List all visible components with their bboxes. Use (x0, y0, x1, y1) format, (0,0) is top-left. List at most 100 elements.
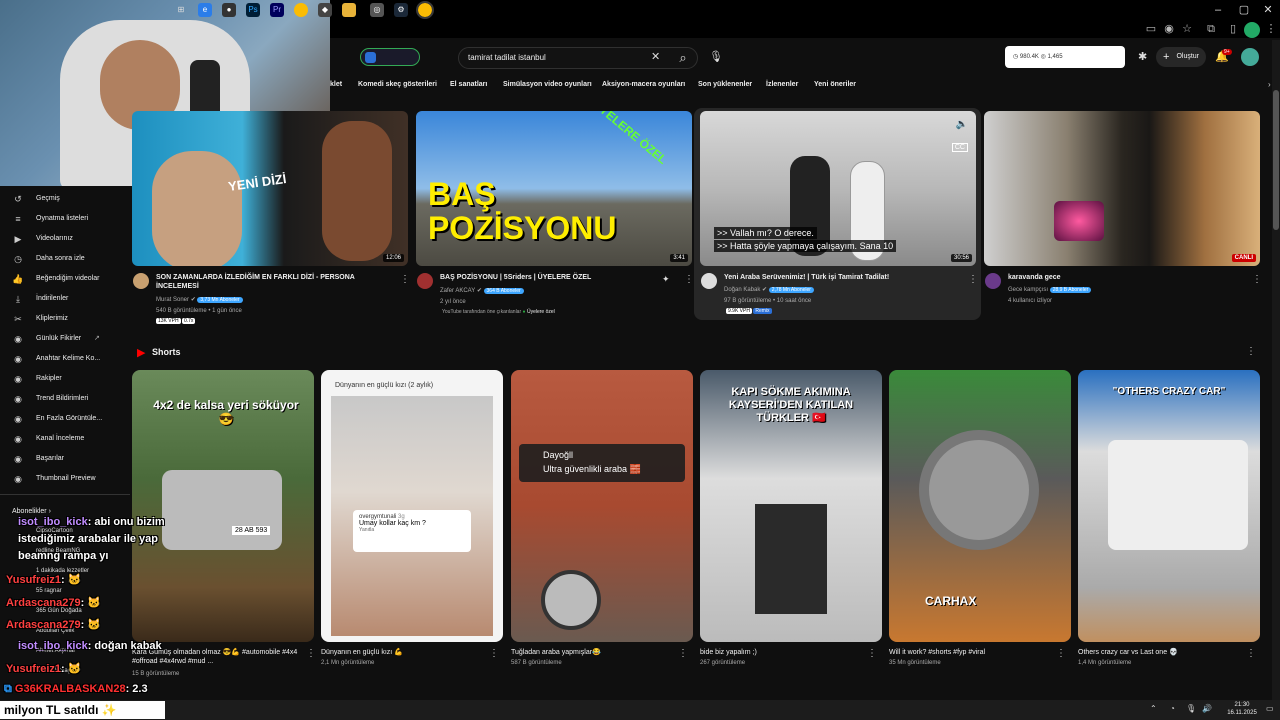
more-options-icon[interactable]: ⋮ (684, 274, 694, 285)
short-title[interactable]: Others crazy car vs Last one 💀 (1078, 648, 1258, 657)
subscription-item[interactable]: 55 ragnar (36, 588, 62, 594)
split-view-icon[interactable]: ▯ (1226, 22, 1240, 36)
extension-pill[interactable] (360, 48, 420, 66)
chrome-icon[interactable] (294, 3, 308, 17)
video-title[interactable]: SON ZAMANLARDA İZLEDİĞİM EN FARKLI DİZİ … (156, 273, 396, 291)
maximize-icon[interactable]: ▢ (1232, 2, 1256, 18)
mute-icon[interactable]: 🔈 (956, 119, 968, 130)
chip[interactable]: Yeni öneriler (814, 78, 856, 92)
video-title[interactable]: Yeni Araba Serüvenimiz! | Türk işi Tamir… (724, 273, 954, 282)
create-button[interactable]: + Oluştur (1156, 47, 1206, 67)
more-options-icon[interactable]: ⋮ (1056, 648, 1066, 659)
profile-avatar[interactable] (1244, 22, 1260, 38)
video-thumbnail[interactable]: >> Vallah mı? O derece. >> Hatta şöyle y… (700, 111, 976, 266)
chip[interactable]: İzlenenler (766, 78, 798, 92)
sidebar-item-your-videos[interactable]: ▶ Videolarınız (0, 229, 130, 249)
more-options-icon[interactable]: ⋮ (306, 648, 316, 659)
notification-center-icon[interactable]: ▭ (1266, 704, 1274, 713)
eye-off-icon[interactable]: ◉ (1162, 22, 1176, 36)
short-title[interactable]: Will it work? #shorts #fyp #viral (889, 648, 1069, 657)
sidebar-item-history[interactable]: ↺ Geçmiş (0, 189, 130, 209)
more-options-icon[interactable]: ⋮ (867, 648, 877, 659)
more-options-icon[interactable]: ⋮ (678, 648, 688, 659)
more-options-icon[interactable]: ⋮ (1252, 274, 1262, 285)
sidebar-item-clips[interactable]: ✂ Kliplerimiz (0, 309, 130, 329)
video-thumbnail[interactable]: YENİ DİZİ 12:06 (132, 111, 408, 266)
minimize-icon[interactable]: – (1206, 2, 1230, 18)
more-options-icon[interactable]: ⋮ (1246, 346, 1256, 357)
sidebar-item-ext[interactable]: ◉ Kanal İnceleme (0, 429, 130, 449)
folder-icon[interactable] (342, 3, 356, 17)
microphone-icon[interactable]: 🎙 (709, 50, 723, 63)
clear-search-icon[interactable]: ✕ (651, 50, 660, 63)
sparkle-icon[interactable]: ✦ (662, 274, 670, 285)
sidebar-item-ext[interactable]: ◉ Trend Bildirimleri (0, 389, 130, 409)
volume-icon[interactable]: 🔊 (1202, 704, 1212, 713)
short-thumbnail[interactable]: Dayoğll Ultra güvenlikli araba 🧱 (511, 370, 693, 642)
short-thumbnail[interactable]: KAPI SÖKME AKIMINA KAYSERİ'DEN KATILAN T… (700, 370, 882, 642)
sidebar-item-ext[interactable]: ◉ Başarılar (0, 449, 130, 469)
sidebar-item-ext[interactable]: ◉ Günlük Fikirler ↗ (0, 329, 130, 349)
chrome-active-icon[interactable] (416, 1, 434, 19)
app-icon[interactable]: ◆ (318, 3, 332, 17)
more-options-icon[interactable]: ⋮ (400, 274, 410, 285)
channel-avatar[interactable] (133, 273, 149, 289)
short-thumbnail[interactable]: 28 AB 593 4x2 de kalsa yeri söküyor 😎 (132, 370, 314, 642)
short-title[interactable]: bide biz yapalım ;) (700, 648, 880, 657)
video-thumbnail[interactable]: CANLI (984, 111, 1260, 266)
task-view-icon[interactable]: ⊞ (174, 3, 188, 17)
channel-name[interactable]: Gece kampçısı (1008, 287, 1048, 293)
channel-name[interactable]: Zafer AKCAY (440, 288, 475, 294)
chip[interactable]: Simülasyon video oyunları (503, 78, 592, 92)
chip[interactable]: El sanatları (450, 78, 487, 92)
close-window-icon[interactable]: ✕ (1256, 2, 1280, 18)
sidebar-item-liked[interactable]: 👍 Beğendiğim videolar (0, 269, 130, 289)
stats-widget[interactable]: ◷ 980.4K ◎ 1,465 (1005, 46, 1125, 68)
channel-avatar[interactable] (417, 273, 433, 289)
account-avatar[interactable] (1241, 48, 1259, 66)
menu-kebab-icon[interactable]: ⋮ (1264, 22, 1278, 36)
sidebar-item-downloads[interactable]: ⤓ İndirilenler (0, 289, 130, 309)
scrollbar-thumb[interactable] (1273, 90, 1279, 230)
video-thumbnail[interactable]: BAŞ POZİSYONU ÜYELERE ÖZEL 3:41 (416, 111, 692, 266)
chip[interactable]: klet (330, 78, 342, 92)
channel-name[interactable]: Doğan Kabak (724, 287, 760, 293)
more-options-icon[interactable]: ⋮ (1246, 648, 1256, 659)
sidebar-item-ext[interactable]: ◉ En Fazla Görüntüle... (0, 409, 130, 429)
obs-icon[interactable]: ◎ (370, 3, 384, 17)
mic-tray-icon[interactable]: 🎙 (1186, 704, 1196, 713)
sidebar-item-ext[interactable]: ◉ Thumbnail Preview (0, 469, 130, 489)
video-title[interactable]: karavanda gece (1008, 273, 1228, 282)
channel-name[interactable]: Murat Soner (156, 297, 189, 303)
short-thumbnail[interactable]: CARHAX (889, 370, 1071, 642)
more-options-icon[interactable]: ⋮ (489, 648, 499, 659)
cc-icon[interactable]: CC (951, 143, 968, 152)
cast-icon[interactable]: ▭ (1144, 22, 1158, 36)
short-title[interactable]: Dünyanın en güçlü kızı 💪 (321, 648, 501, 657)
wifi-icon[interactable]: ◔ (1170, 704, 1175, 713)
sidebar-item-playlists[interactable]: ≡ Oynatma listeleri (0, 209, 130, 229)
video-title[interactable]: BAŞ POZİSYONU | 5Sriders | ÜYELERE ÖZEL (440, 273, 660, 282)
sidebar-item-watch-later[interactable]: ◷ Daha sonra izle (0, 249, 130, 269)
short-title[interactable]: Tuğladan araba yapmışlar😂 (511, 648, 691, 657)
short-thumbnail[interactable]: Dünyanın en güçlü kızı (2 aylık) overgym… (321, 370, 503, 642)
photoshop-icon[interactable]: Ps (246, 3, 260, 17)
chip[interactable]: Komedi skeç gösterileri (358, 78, 437, 92)
gear-icon[interactable]: ✱ (1138, 50, 1147, 63)
channel-avatar[interactable] (701, 273, 717, 289)
more-options-icon[interactable]: ⋮ (968, 274, 978, 285)
clock[interactable]: 21:30 16.11.2025 (1222, 701, 1262, 717)
app-icon[interactable]: ● (222, 3, 236, 17)
bookmark-star-icon[interactable]: ☆ (1180, 22, 1194, 36)
edge-icon[interactable]: e (198, 3, 212, 17)
sidebar-item-ext[interactable]: ◉ Rakipler (0, 369, 130, 389)
premiere-icon[interactable]: Pr (270, 3, 284, 17)
tray-chevron-icon[interactable]: ⌃ (1150, 704, 1157, 713)
short-thumbnail[interactable]: "OTHERS CRAZY CAR" (1078, 370, 1260, 642)
search-icon[interactable]: ⌕ (672, 47, 694, 69)
chevron-right-icon[interactable]: › (1268, 80, 1271, 89)
extensions-icon[interactable]: ⧉ (1204, 22, 1218, 36)
sidebar-item-ext[interactable]: ◉ Anahtar Kelime Ko... (0, 349, 130, 369)
channel-avatar[interactable] (985, 273, 1001, 289)
steam-icon[interactable]: ⚙ (394, 3, 408, 17)
